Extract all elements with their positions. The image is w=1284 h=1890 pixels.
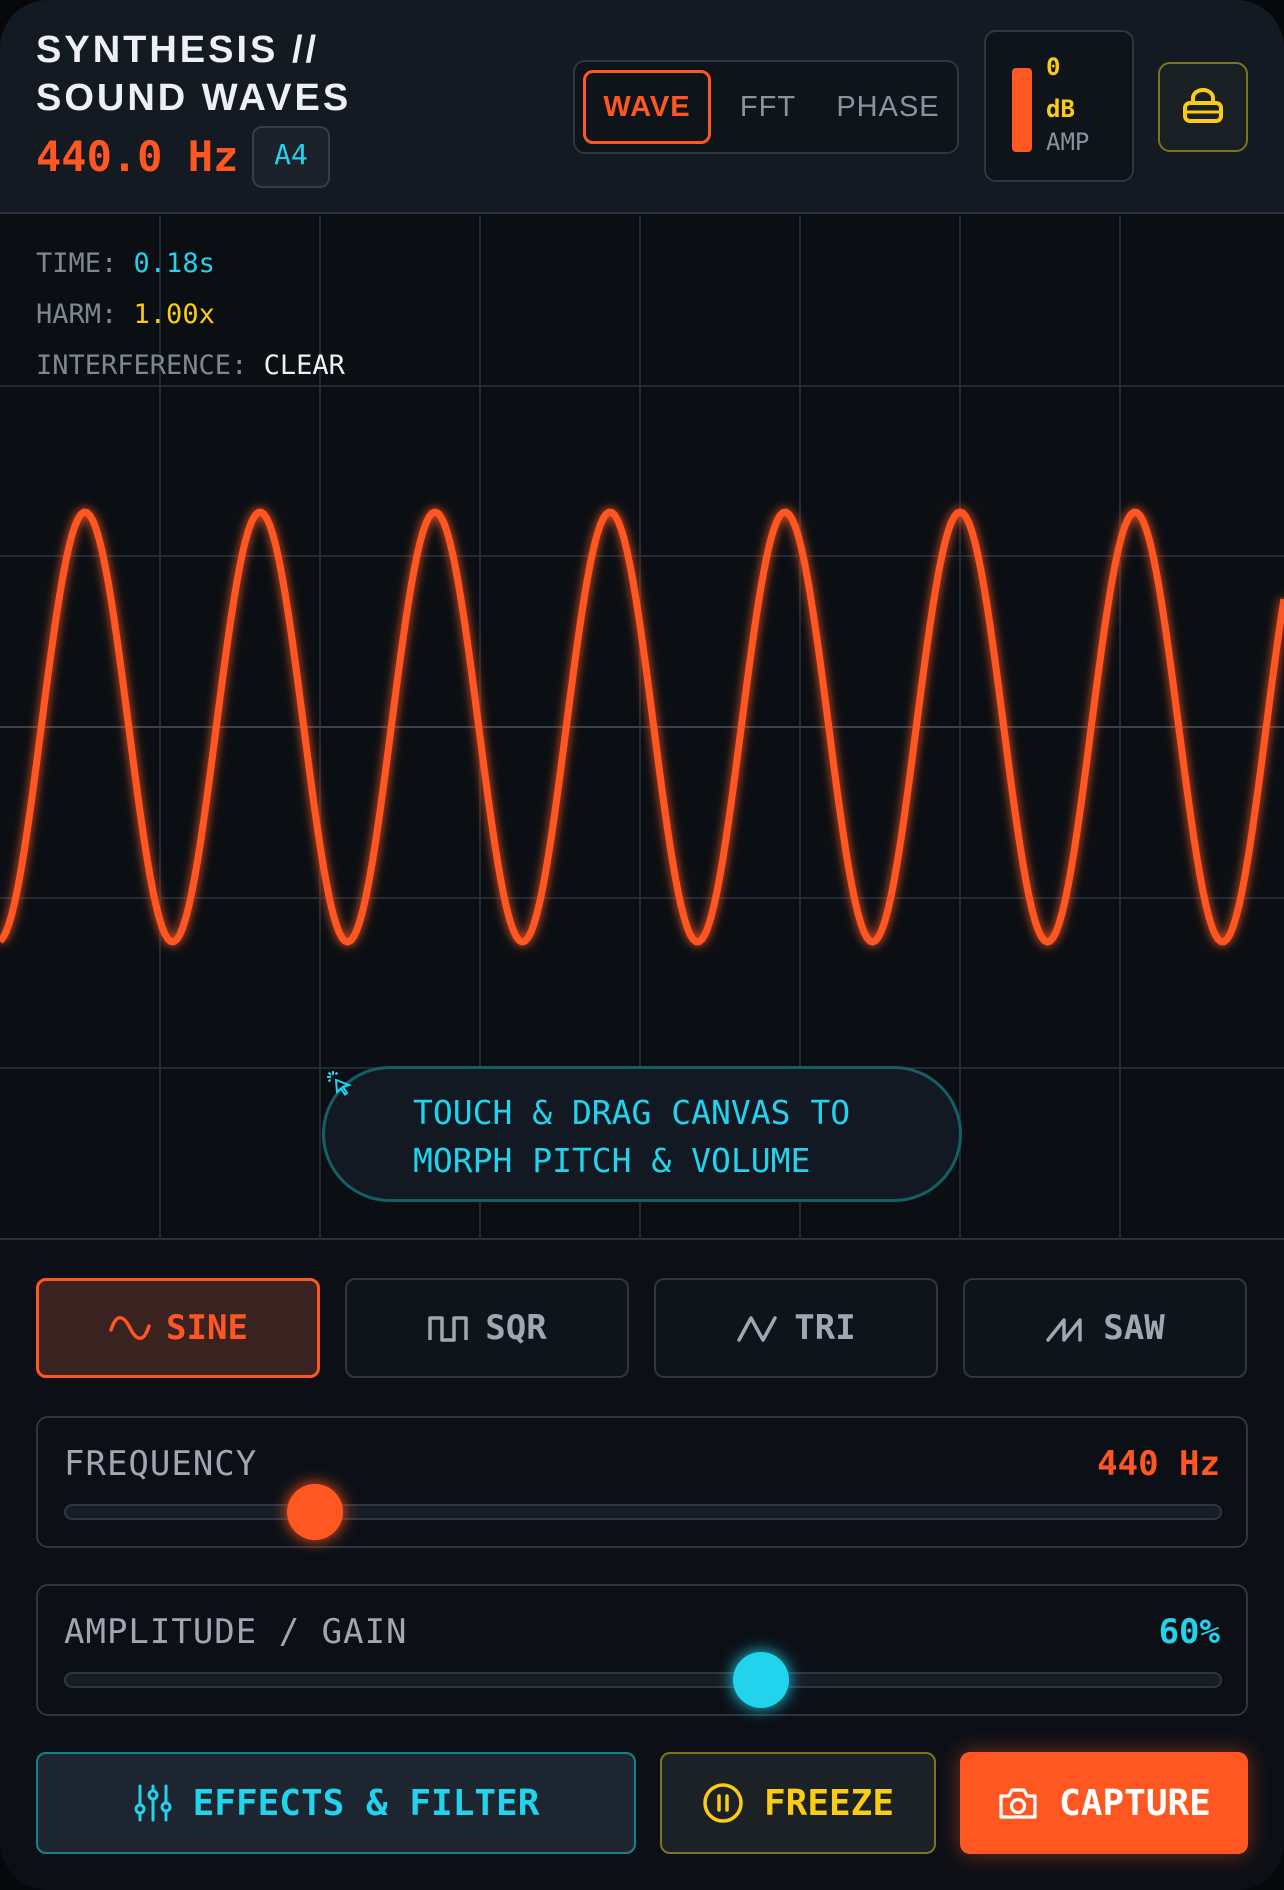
synth-app: SYNTHESIS // SOUND WAVES 440.0 Hz A4 WAV… <box>0 0 1284 1890</box>
waveform-sawtooth-label: SAW <box>1103 1308 1165 1348</box>
effects-filter-label: EFFECTS & FILTER <box>192 1782 540 1824</box>
waveform-canvas[interactable]: TIME: 0.18s HARM: 1.00x INTERFERENCE: CL… <box>0 216 1284 1240</box>
amplitude-slider-thumb[interactable] <box>732 1652 789 1708</box>
note-badge: A4 <box>252 126 330 188</box>
frequency-slider-card: FREQUENCY 440 Hz <box>36 1416 1248 1548</box>
waveform-sine-button[interactable]: SINE <box>36 1278 320 1378</box>
waveform-square-label: SQR <box>485 1308 547 1348</box>
header: SYNTHESIS // SOUND WAVES 440.0 Hz A4 WAV… <box>0 0 1284 214</box>
effects-filter-button[interactable]: EFFECTS & FILTER <box>36 1752 636 1854</box>
freeze-label: FREEZE <box>763 1782 895 1824</box>
drag-hint: TOUCH & DRAG CANVAS TO MORPH PITCH & VOL… <box>322 1066 962 1202</box>
harm-value: 1.00x <box>133 299 215 330</box>
tab-wave[interactable]: WAVE <box>583 70 711 144</box>
amp-label: AMP <box>1046 128 1090 156</box>
waveform-sine-label: SINE <box>166 1308 248 1348</box>
amp-meter: 0 dB AMP <box>984 30 1134 182</box>
pause-icon <box>703 1783 743 1823</box>
camera-icon <box>999 1788 1037 1819</box>
scope-stats: TIME: 0.18s HARM: 1.00x INTERFERENCE: CL… <box>36 238 345 391</box>
tab-fft[interactable]: FFT <box>715 70 821 144</box>
capture-button[interactable]: CAPTURE <box>960 1752 1248 1854</box>
amp-value: 0 <box>1046 53 1061 81</box>
square-wave-icon <box>428 1316 469 1342</box>
waveform-square-button[interactable]: SQR <box>345 1278 629 1378</box>
drag-hint-text: TOUCH & DRAG CANVAS TO MORPH PITCH & VOL… <box>413 1093 851 1180</box>
sine-wave-icon <box>109 1316 151 1340</box>
view-mode-tabs: WAVE FFT PHASE <box>573 60 959 154</box>
interference-value: CLEAR <box>263 350 345 381</box>
amp-level-bar <box>1012 68 1032 152</box>
time-value: 0.18s <box>133 248 215 279</box>
frequency-value: 440 Hz <box>1097 1444 1220 1484</box>
tab-phase[interactable]: PHASE <box>823 70 953 144</box>
amplitude-value: 60% <box>1158 1612 1220 1652</box>
waveform-sawtooth-button[interactable]: SAW <box>963 1278 1247 1378</box>
lock-icon <box>1183 88 1223 123</box>
amplitude-slider-card: AMPLITUDE / GAIN 60% <box>36 1584 1248 1716</box>
amp-unit: dB <box>1046 95 1075 123</box>
harm-label: HARM: <box>36 299 118 330</box>
app-title: SYNTHESIS // SOUND WAVES <box>36 29 352 119</box>
freeze-button[interactable]: FREEZE <box>660 1752 936 1854</box>
tap-pointer-icon <box>327 1071 352 1096</box>
time-label: TIME: <box>36 248 118 279</box>
amplitude-slider-track[interactable] <box>64 1652 1222 1708</box>
capture-label: CAPTURE <box>1059 1782 1211 1824</box>
interference-label: INTERFERENCE: <box>36 350 248 381</box>
frequency-slider-track[interactable] <box>64 1484 1222 1540</box>
sawtooth-wave-icon <box>1046 1318 1083 1342</box>
frequency-slider-thumb[interactable] <box>286 1484 343 1540</box>
sliders-icon <box>134 1784 172 1822</box>
waveform-triangle-label: TRI <box>794 1308 856 1348</box>
lock-button[interactable] <box>1158 62 1248 152</box>
triangle-wave-icon <box>737 1316 778 1342</box>
amplitude-label: AMPLITUDE / GAIN <box>64 1612 408 1652</box>
frequency-readout: 440.0 Hz <box>36 132 239 181</box>
waveform-triangle-button[interactable]: TRI <box>654 1278 938 1378</box>
frequency-label: FREQUENCY <box>64 1444 258 1484</box>
